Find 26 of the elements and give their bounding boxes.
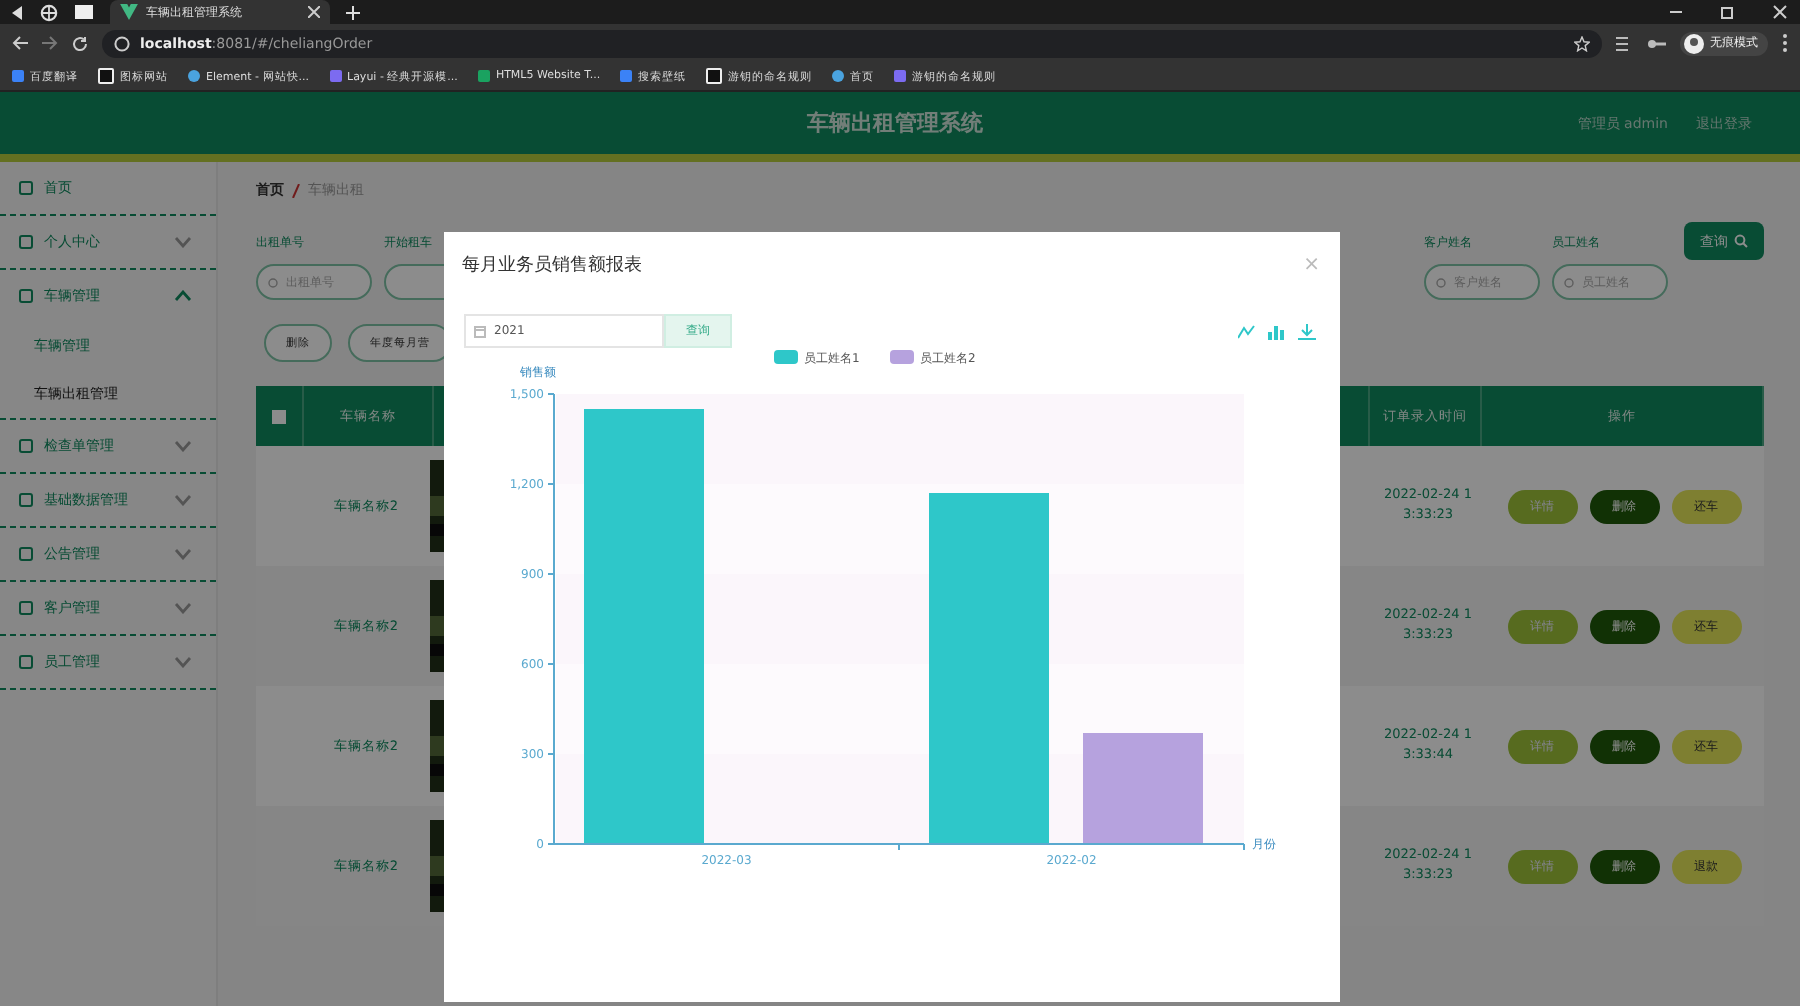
info-icon: [114, 35, 130, 51]
forward-icon[interactable]: [42, 36, 58, 50]
close-icon[interactable]: [1772, 4, 1788, 20]
bar: [1083, 733, 1203, 844]
avatar-icon: [1684, 33, 1704, 53]
window-icon[interactable]: [74, 4, 94, 20]
search-icon: [1436, 277, 1446, 287]
globe-icon[interactable]: [40, 3, 58, 21]
new-tab-icon[interactable]: [346, 5, 360, 19]
calendar-icon: [474, 325, 486, 337]
vue-logo-icon: [120, 4, 138, 20]
back-icon[interactable]: [12, 5, 24, 19]
search-icon: [1734, 234, 1748, 248]
star-icon[interactable]: [1574, 35, 1590, 51]
reload-icon[interactable]: [72, 35, 88, 51]
checkbox[interactable]: [272, 409, 286, 423]
dialog-title: 每月业务员销售额报表: [462, 253, 644, 278]
back-icon[interactable]: [12, 36, 28, 50]
search-icon: [268, 277, 278, 287]
reading-list-icon[interactable]: [1616, 35, 1634, 51]
key-icon[interactable]: [1648, 37, 1666, 49]
app-title: 车辆出租管理系统: [804, 108, 985, 138]
search-icon: [1564, 277, 1574, 287]
restore-icon[interactable]: [1720, 4, 1736, 20]
close-icon[interactable]: [308, 6, 320, 18]
breadcrumb-separator-icon: [292, 183, 300, 197]
